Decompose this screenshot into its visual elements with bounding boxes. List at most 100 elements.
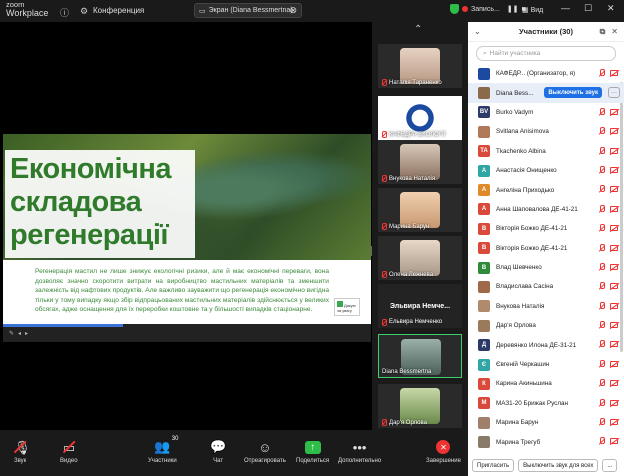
participant-row[interactable]: Владислава Сасіна: [468, 277, 624, 296]
video-off-icon[interactable]: [610, 283, 618, 290]
mic-off-icon[interactable]: [598, 359, 605, 368]
video-off-icon[interactable]: [610, 225, 618, 232]
mic-off-icon[interactable]: [598, 340, 605, 348]
video-off-icon[interactable]: [610, 302, 618, 309]
mic-off-icon[interactable]: [598, 321, 605, 329]
mic-off-icon[interactable]: [598, 224, 605, 232]
video-off-icon[interactable]: [610, 360, 618, 367]
video-off-icon[interactable]: [610, 399, 618, 406]
video-tile[interactable]: Внукова Наталія: [378, 140, 462, 184]
video-tile[interactable]: Марина Барун: [378, 188, 462, 232]
video-off-icon[interactable]: [610, 186, 618, 193]
view-menu[interactable]: ▦ Вид: [522, 6, 543, 14]
participant-row[interactable]: Diana Bess... Выключить звук ···: [468, 83, 624, 103]
pause-icon[interactable]: ❚❚: [507, 5, 519, 13]
conference-label[interactable]: Конференция: [93, 6, 144, 15]
video-off-icon[interactable]: [610, 70, 618, 76]
video-tile-active-speaker[interactable]: Diana Bessmertna: [378, 334, 462, 378]
video-off-icon[interactable]: [610, 166, 618, 173]
participant-row[interactable]: В Вікторія Божко ДЕ-41-21: [468, 219, 624, 238]
mic-off-icon[interactable]: [598, 146, 605, 155]
close-icon[interactable]: ⊗: [289, 5, 297, 16]
participant-row[interactable]: BV Burko Vadym: [468, 103, 624, 122]
mic-off-icon[interactable]: [598, 282, 605, 290]
slide-toolbar[interactable]: ✎ ◂ ▸: [3, 324, 371, 342]
mic-off-icon[interactable]: [598, 379, 605, 387]
search-input[interactable]: ⌕ Найти участника: [476, 46, 616, 61]
mic-off-icon[interactable]: [598, 69, 605, 77]
video-off-icon[interactable]: [610, 419, 618, 426]
audio-button[interactable]: 🎙 Звук: [14, 436, 31, 464]
video-tile[interactable]: КАФЕДРА ЕКОЛОГІЇ: [378, 96, 462, 140]
more-icon[interactable]: ···: [608, 87, 620, 99]
chevron-up-icon[interactable]: ⌃: [414, 24, 422, 35]
participant-row[interactable]: А Анастасія Онищенко: [468, 161, 624, 180]
minimize-icon[interactable]: —: [561, 3, 570, 13]
video-off-icon[interactable]: [610, 341, 618, 348]
invite-button[interactable]: Пригласить: [472, 459, 515, 472]
participant-row[interactable]: Svitlana Anisimova: [468, 122, 624, 141]
participant-row[interactable]: Внукова Наталія: [468, 297, 624, 316]
mic-off-icon[interactable]: [598, 204, 605, 213]
mic-off-icon[interactable]: [598, 107, 605, 116]
video-tile[interactable]: Наталія Тараненко: [378, 44, 462, 88]
video-tile[interactable]: Олена Лежнева: [378, 236, 462, 280]
participants-button[interactable]: 👥 30 Участники: [148, 436, 178, 464]
popout-icon[interactable]: ⧉: [600, 27, 606, 37]
react-button[interactable]: ☺ Отреагировать: [244, 436, 286, 465]
participant-row[interactable]: А Анна Шаповалова ДЕ-41-21: [468, 200, 624, 219]
screen-share-pill[interactable]: ▭ Экран (Diana Bessmertna) ⊗: [194, 3, 302, 18]
participant-row[interactable]: Д Деревянко Илона ДЕ-31-21: [468, 335, 624, 354]
participant-row[interactable]: КАФЕДР... (Организатор, я): [468, 64, 624, 83]
info-icon[interactable]: ⓘ: [60, 6, 69, 19]
video-off-icon[interactable]: [610, 205, 618, 212]
participant-row[interactable]: Марина Барун: [468, 413, 624, 432]
participant-status-icons: [598, 379, 618, 387]
video-button[interactable]: ▭ Видео: [60, 436, 78, 464]
close-icon[interactable]: ✕: [611, 27, 618, 37]
video-tile[interactable]: Эльвира Немче... Ельвира Немченко: [378, 284, 462, 328]
video-tile[interactable]: Дар'я Орлова: [378, 384, 462, 428]
participant-row[interactable]: В Влад Шевченко: [468, 258, 624, 277]
mic-off-icon[interactable]: [598, 398, 605, 407]
mic-off-icon[interactable]: [598, 165, 605, 174]
mute-participant-button[interactable]: Выключить звук: [544, 87, 602, 99]
mute-all-button[interactable]: Выключить звук для всех: [518, 459, 599, 472]
participant-row[interactable]: К Карина Акиньшина: [468, 374, 624, 393]
more-options-button[interactable]: ...: [602, 459, 618, 472]
participant-row[interactable]: TA Tkachenko Albina: [468, 142, 624, 161]
maximize-icon[interactable]: ☐: [584, 3, 592, 14]
participant-row[interactable]: Марина Трегуб: [468, 432, 624, 451]
mic-off-icon[interactable]: [598, 437, 605, 445]
video-off-icon[interactable]: [610, 108, 618, 115]
mic-off-icon[interactable]: [598, 262, 605, 271]
video-off-icon[interactable]: [610, 244, 618, 251]
video-off-icon[interactable]: [610, 128, 618, 135]
mic-off-icon[interactable]: [598, 418, 605, 426]
video-off-icon[interactable]: [610, 322, 618, 329]
video-off-icon[interactable]: [610, 147, 618, 154]
share-button[interactable]: ↑ Поделиться: [296, 436, 329, 464]
mic-off-icon[interactable]: [598, 127, 605, 135]
mic-off-icon[interactable]: [598, 185, 605, 193]
participant-row[interactable]: А Ангеліна Приходько: [468, 180, 624, 199]
participant-row[interactable]: Є Євгеній Черкашин: [468, 355, 624, 374]
recording-indicator[interactable]: Запись... ❚❚ ■: [450, 4, 526, 14]
gear-icon[interactable]: ⚙: [80, 6, 88, 17]
pen-icon[interactable]: ✎: [9, 330, 14, 337]
participant-row[interactable]: М МАЗ1-20 Брижак Руслан: [468, 394, 624, 413]
end-meeting-button[interactable]: ✕ Завершение: [426, 436, 461, 464]
participant-row[interactable]: Дар'я Орлова: [468, 316, 624, 335]
next-icon[interactable]: ▸: [25, 330, 28, 337]
chat-button[interactable]: 💬 Чат: [210, 436, 226, 464]
more-button[interactable]: ••• Дополнительно: [338, 436, 381, 465]
mic-off-icon[interactable]: [598, 243, 605, 252]
close-window-icon[interactable]: ✕: [607, 3, 615, 14]
mic-off-icon[interactable]: [598, 301, 605, 310]
participant-row[interactable]: В Вікторія Божко ДЕ-41-21: [468, 239, 624, 258]
video-off-icon[interactable]: [610, 438, 618, 445]
video-off-icon[interactable]: [610, 380, 618, 387]
chevron-down-icon[interactable]: ⌄: [474, 27, 481, 36]
video-off-icon[interactable]: [610, 263, 618, 270]
prev-icon[interactable]: ◂: [18, 330, 21, 337]
